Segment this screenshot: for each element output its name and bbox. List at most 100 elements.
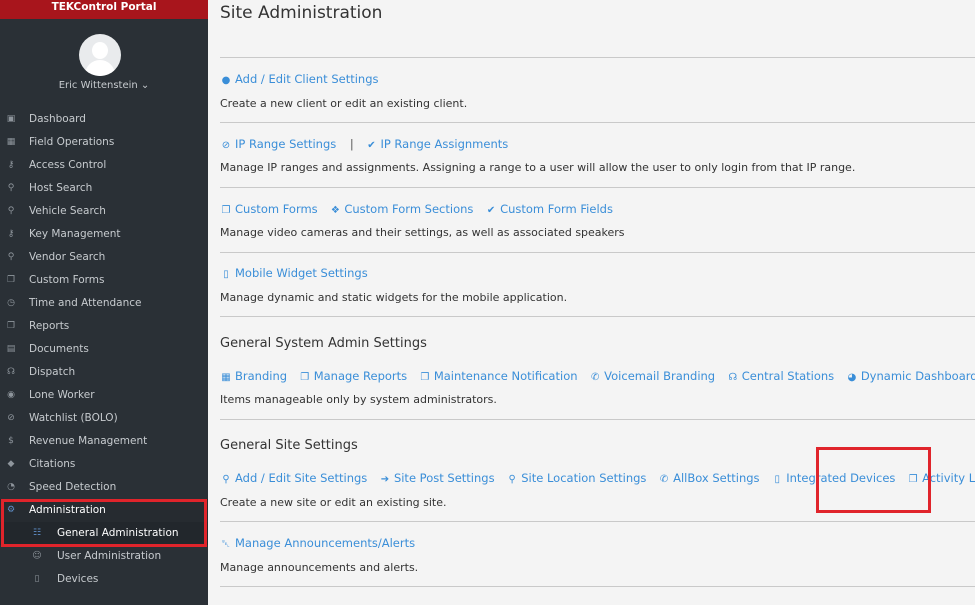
phone-icon: ✆ [590, 372, 600, 383]
link-separator: | [349, 137, 354, 151]
sign-in-icon: ➔ [380, 474, 390, 485]
sidebar-item-watchlist[interactable]: ⊘ Watchlist (BOLO) [0, 407, 208, 430]
ban-icon: ⊘ [7, 413, 15, 423]
eye-icon: ◉ [7, 390, 15, 400]
bell-icon: ␇ [222, 539, 230, 550]
sidebar-item-access-control[interactable]: ⚷ Access Control [0, 154, 208, 177]
search-icon: ⚲ [7, 206, 15, 216]
document-icon: ▤ [6, 344, 16, 354]
mobile-widget-desc: Manage dynamic and static widgets for th… [220, 291, 568, 304]
activity-log-link[interactable]: ❐Activity Log [907, 471, 975, 485]
clock-icon: ◷ [7, 298, 15, 308]
custom-forms-row: ❐ Custom Forms ❖ Custom Form Sections ✔ Cus… [220, 202, 621, 216]
portal-brand: TEKControl Portal [0, 0, 208, 19]
branding-link[interactable]: ▦ Branding [220, 369, 287, 383]
manage-reports-link[interactable]: ❐ Manage Reports [299, 369, 407, 383]
sidebar-item-time-attendance[interactable]: ◷ Time and Attendance [0, 292, 208, 315]
sidebar-item-host-search[interactable]: ⚲ Host Search [0, 177, 208, 200]
mobile-widget-settings-link[interactable]: ▯ Mobile Widget Settings [220, 266, 367, 280]
divider [220, 187, 975, 188]
site-settings-links: ⚲ Add / Edit Site Settings ➔ Site Post Set… [220, 471, 975, 485]
divider [220, 419, 975, 420]
client-settings-link[interactable]: ● Add / Edit Client Settings [220, 72, 379, 86]
maintenance-notification-link[interactable]: ❐ Maintenance Notification [419, 369, 577, 383]
sidebar-item-field-operations[interactable]: ▦ Field Operations [0, 131, 208, 154]
grid-icon: ▦ [221, 372, 231, 383]
headset-icon: ☊ [7, 367, 15, 377]
copy-icon: ❐ [300, 372, 310, 383]
search-icon: ⚲ [7, 183, 15, 193]
check-icon: ✔ [367, 140, 376, 151]
key-icon: ⚷ [7, 160, 15, 170]
sidebar-item-reports[interactable]: ❐ Reports [0, 315, 208, 338]
sidebar-item-custom-forms[interactable]: ❐ Custom Forms [0, 269, 208, 292]
user-menu-toggle[interactable]: Eric Wittenstein ⌄ [0, 80, 208, 91]
sidebar-item-key-management[interactable]: ⚷ Key Management [0, 223, 208, 246]
custom-forms-link[interactable]: ❐ Custom Forms [220, 202, 318, 216]
main-content: Site Administration ● Add / Edit Client S… [208, 0, 975, 605]
mobile-icon: ▯ [34, 574, 40, 584]
users-icon: ☺ [32, 551, 42, 561]
search-icon: ⚲ [7, 252, 15, 262]
puzzle-icon: ❖ [330, 205, 340, 216]
copy-icon: ❐ [6, 275, 16, 285]
check-circle-icon: ✔ [486, 205, 496, 216]
site-settings-title: General Site Settings [220, 438, 358, 453]
sidebar-item-lone-worker[interactable]: ◉ Lone Worker [0, 384, 208, 407]
site-post-settings-link[interactable]: ➔ Site Post Settings [379, 471, 495, 485]
sidebar-item-documents[interactable]: ▤ Documents [0, 338, 208, 361]
announcements-desc: Manage announcements and alerts. [220, 561, 419, 574]
avatar[interactable] [79, 34, 121, 76]
sidebar-item-vehicle-search[interactable]: ⚲ Vehicle Search [0, 200, 208, 223]
custom-form-fields-link[interactable]: ✔ Custom Form Fields [485, 202, 613, 216]
announcements-row: ␇ Manage Announcements/Alerts [220, 536, 423, 550]
custom-form-sections-link[interactable]: ❖ Custom Form Sections [329, 202, 474, 216]
ip-settings-row: ⊘ IP Range Settings | ✔ IP Range Assignmen… [220, 137, 516, 151]
key-icon: ⚷ [7, 229, 15, 239]
dashboard-icon: ▣ [6, 114, 16, 124]
sidebar-item-administration[interactable]: ⚙ Administration [0, 499, 208, 522]
sidebar-item-dashboard[interactable]: ▣ Dashboard [0, 108, 208, 131]
page-title: Site Administration [220, 3, 383, 23]
table-icon: ▦ [6, 137, 16, 147]
ip-range-assignments-link[interactable]: ✔ IP Range Assignments [365, 137, 508, 151]
user-profile: Eric Wittenstein ⌄ [0, 19, 208, 103]
custom-forms-desc: Manage video cameras and their settings,… [220, 226, 625, 239]
sidebar-item-vendor-search[interactable]: ⚲ Vendor Search [0, 246, 208, 269]
copy-icon: ❐ [908, 474, 918, 485]
client-settings-row: ● Add / Edit Client Settings [220, 72, 387, 86]
sidebar-item-general-administration[interactable]: ☷ General Administration [0, 522, 208, 545]
dollar-icon: $ [8, 436, 14, 446]
copy-icon: ❐ [6, 321, 16, 331]
map-marker-icon: ⚲ [222, 474, 230, 485]
add-edit-site-settings-link[interactable]: ⚲ Add / Edit Site Settings [220, 471, 367, 485]
sidebar-item-devices[interactable]: ▯ Devices [0, 568, 208, 591]
sidebar-item-citations[interactable]: ◆ Citations [0, 453, 208, 476]
manage-announcements-link[interactable]: ␇ Manage Announcements/Alerts [220, 536, 415, 550]
ip-settings-desc: Manage IP ranges and assignments. Assign… [220, 161, 856, 174]
copy-icon: ❐ [221, 205, 231, 216]
site-location-settings-link[interactable]: ⚲ Site Location Settings [506, 471, 647, 485]
ban-icon: ⊘ [221, 140, 231, 151]
system-admin-links: ▦ Branding ❐ Manage Reports ❐ Maintenance N… [220, 369, 975, 383]
mobile-icon: ▯ [223, 269, 229, 280]
integrated-devices-link[interactable]: ▯ Integrated Devices [771, 471, 895, 485]
allbox-settings-link[interactable]: ✆ AllBox Settings [658, 471, 760, 485]
sidebar-item-speed-detection[interactable]: ◔ Speed Detection [0, 476, 208, 499]
central-stations-link[interactable]: ☊ Central Stations [727, 369, 834, 383]
ip-range-settings-link[interactable]: ⊘ IP Range Settings [220, 137, 336, 151]
sidebar-item-revenue-management[interactable]: $ Revenue Management [0, 430, 208, 453]
gear-icon: ⚙ [6, 505, 16, 515]
client-settings-desc: Create a new client or edit an existing … [220, 97, 468, 110]
sidebar-item-dispatch[interactable]: ☊ Dispatch [0, 361, 208, 384]
system-admin-title: General System Admin Settings [220, 336, 427, 351]
gauge-icon: ◔ [7, 482, 15, 492]
voicemail-branding-link[interactable]: ✆ Voicemail Branding [589, 369, 715, 383]
sitemap-icon: ☷ [32, 528, 42, 538]
divider [220, 57, 975, 58]
sidebar-item-user-administration[interactable]: ☺ User Administration [0, 545, 208, 568]
map-marker-icon: ⚲ [508, 474, 516, 485]
mobile-widget-row: ▯ Mobile Widget Settings [220, 266, 376, 280]
divider [220, 521, 975, 522]
dynamic-dashboard-panels-link[interactable]: ◕Dynamic Dashboard Panels [846, 369, 975, 383]
